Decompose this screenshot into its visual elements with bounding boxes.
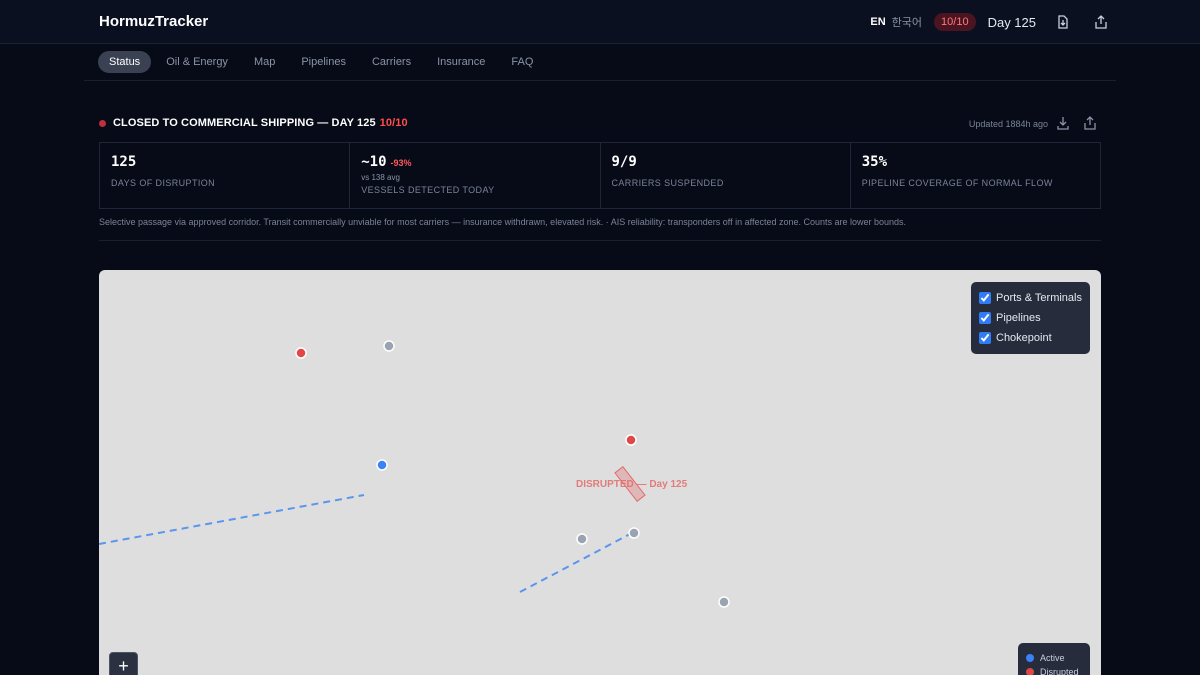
status-indicator-dot	[99, 120, 106, 127]
updated-timestamp: Updated 1884h ago	[968, 119, 1048, 129]
stat-value-text: ~10	[361, 154, 387, 170]
layer-label: Ports & Terminals	[996, 292, 1082, 304]
share-icon[interactable]	[1090, 11, 1112, 33]
top-bar-actions: EN 한국어 10/10 Day 125	[870, 0, 1112, 44]
language-en-toggle[interactable]: EN	[870, 16, 885, 28]
download-icon[interactable]	[1056, 116, 1072, 132]
severity-badge: 10/10	[934, 13, 976, 31]
tab-map[interactable]: Map	[243, 51, 286, 73]
stat-value: 9/9	[611, 154, 637, 170]
layer-label: Pipelines	[996, 312, 1041, 324]
port-inactive	[383, 340, 395, 352]
stat-vessels-detected: ~10 -93% vs 138 avg VESSELS DETECTED TODA…	[350, 143, 601, 208]
layer-ports-terminals[interactable]: Ports & Terminals	[979, 288, 1082, 308]
share-icon[interactable]	[1083, 116, 1099, 132]
port-inactive	[718, 596, 730, 608]
stat-sub: vs 138 avg	[361, 173, 400, 182]
status-title-text: CLOSED TO COMMERCIAL SHIPPING — DAY 125	[113, 117, 376, 129]
nav-tabs: Status Oil & Energy Map Pipelines Carrie…	[98, 51, 544, 73]
language-ko-toggle[interactable]: 한국어	[892, 14, 922, 30]
status-severity: 10/10	[379, 117, 408, 129]
status-header: CLOSED TO COMMERCIAL SHIPPING — DAY 125 1…	[99, 116, 1101, 132]
stat-carriers-suspended: 9/9 CARRIERS SUSPENDED	[601, 143, 851, 208]
zoom-in-button[interactable]: +	[109, 652, 138, 675]
stat-value: 35%	[861, 154, 888, 170]
legend-item-active: Active	[1026, 651, 1082, 665]
stat-label: CARRIERS SUSPENDED	[611, 178, 724, 188]
stat-delta: -93%	[390, 158, 412, 168]
chokepoint-label: DISRUPTED — Day 125	[576, 479, 688, 490]
port-inactive	[576, 533, 588, 545]
stat-days-disruption: 125 DAYS OF DISRUPTION	[100, 143, 351, 208]
tab-pipelines[interactable]: Pipelines	[290, 51, 357, 73]
stat-label: DAYS OF DISRUPTION	[111, 178, 216, 188]
tab-faq[interactable]: FAQ	[500, 51, 544, 73]
layer-pipelines[interactable]: Pipelines	[979, 308, 1082, 328]
tab-oil-energy[interactable]: Oil & Energy	[155, 51, 239, 73]
layer-chokepoint-checkbox[interactable]	[979, 332, 991, 344]
port-active	[376, 459, 388, 471]
layer-chokepoint[interactable]: Chokepoint	[979, 328, 1082, 348]
legend-label: Disrupted	[1040, 667, 1079, 675]
layer-label: Chokepoint	[996, 332, 1052, 344]
layer-control: Ports & Terminals Pipelines Chokepoint	[971, 282, 1090, 354]
stat-value: ~10 -93%	[361, 154, 588, 170]
legend-dot-disrupted	[1026, 668, 1034, 675]
map-canvas[interactable]: DISRUPTED — Day 125	[99, 270, 1101, 675]
tab-carriers[interactable]: Carriers	[361, 51, 422, 73]
legend-label: Active	[1040, 653, 1065, 663]
stat-pipeline-coverage: 35% PIPELINE COVERAGE OF NORMAL FLOW	[851, 143, 1100, 208]
map-view[interactable]: DISRUPTED — Day 125 Ports & Terminals Pi…	[99, 270, 1101, 675]
port-disrupted	[625, 434, 637, 446]
legend-item-disrupted: Disrupted	[1026, 665, 1082, 675]
pipeline-west	[99, 494, 365, 545]
stats-panel: 125 DAYS OF DISRUPTION ~10 -93% vs 138 av…	[99, 142, 1101, 209]
nav-divider	[84, 80, 1116, 81]
day-counter: Day 125	[987, 14, 1036, 30]
stat-label: VESSELS DETECTED TODAY	[361, 185, 495, 195]
stat-label: PIPELINE COVERAGE OF NORMAL FLOW	[861, 178, 1053, 188]
stat-value: 125	[111, 154, 137, 170]
tab-status[interactable]: Status	[98, 51, 152, 73]
port-inactive	[628, 527, 640, 539]
tab-insurance[interactable]: Insurance	[426, 51, 496, 73]
legend-dot-active	[1026, 654, 1034, 662]
app-title[interactable]: HormuzTracker	[99, 13, 208, 30]
status-note: Selective passage via approved corridor.…	[99, 217, 907, 227]
layer-pipelines-checkbox[interactable]	[979, 312, 991, 324]
download-icon[interactable]	[1052, 11, 1074, 33]
map-legend: Active Disrupted	[1018, 643, 1090, 675]
layer-ports-checkbox[interactable]	[979, 292, 991, 304]
pipeline-east	[519, 532, 633, 593]
section-divider	[99, 240, 1101, 241]
status-title: CLOSED TO COMMERCIAL SHIPPING — DAY 125 1…	[113, 117, 408, 129]
port-disrupted	[295, 347, 307, 359]
top-bar: HormuzTracker EN 한국어 10/10 Day 125	[0, 0, 1200, 44]
